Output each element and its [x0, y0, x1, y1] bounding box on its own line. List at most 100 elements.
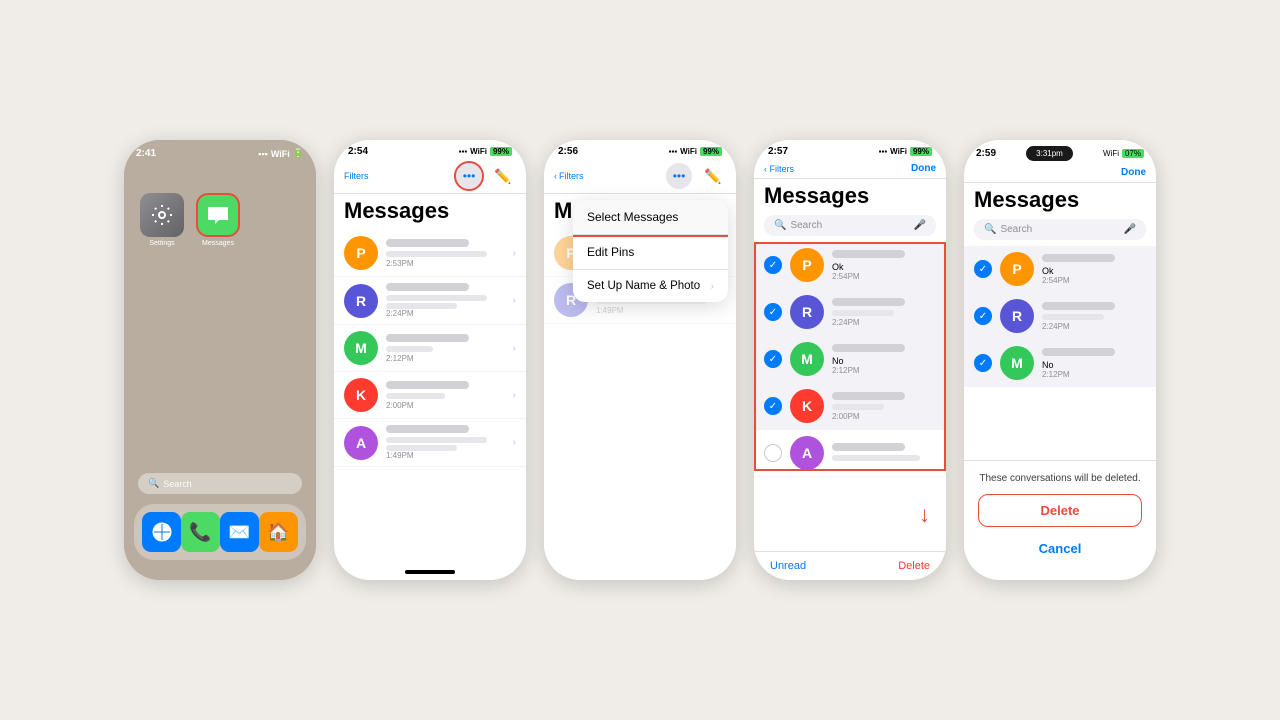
compose-btn-3[interactable]: ✏️: [700, 163, 726, 189]
home-status-bar: 2:41 ▪▪▪ WiFi 🔋: [124, 140, 316, 163]
edit-pins-label: Edit Pins: [587, 245, 634, 259]
conv-4-3[interactable]: ✓ M No 2:12PM: [754, 336, 946, 383]
cp-4-5: [832, 455, 920, 461]
phone-4: 2:57 ▪▪▪ WiFi 99% ‹ Filters Done Message…: [754, 140, 946, 580]
mic-icon-5: 🎤: [1124, 224, 1136, 235]
conv-5-2[interactable]: ✓ R 2:24PM: [964, 293, 1156, 340]
avatar-4-5: A: [790, 436, 824, 470]
edit-pins-item[interactable]: Edit Pins: [573, 235, 728, 270]
conv-4-4[interactable]: ✓ K 2:00PM: [754, 383, 946, 430]
checkbox-4-2[interactable]: ✓: [764, 303, 782, 321]
done-button-5[interactable]: Done: [1121, 167, 1146, 178]
checkbox-4-1[interactable]: ✓: [764, 256, 782, 274]
settings-app-icon-wrapper[interactable]: Settings: [140, 193, 184, 328]
conv-content-3: 2:12PM: [386, 334, 505, 363]
messages-screen-3: 2:56 ▪▪▪ WiFi 99% ‹ Filters ••• ✏️: [544, 140, 736, 580]
compose-button[interactable]: ✏️: [490, 163, 516, 189]
conv-content-5: 1:49PM: [386, 425, 505, 460]
more-options-button[interactable]: •••: [456, 163, 482, 189]
home-search-label: Search: [163, 479, 192, 489]
conv-4-5[interactable]: A: [754, 430, 946, 477]
setup-name-photo-item[interactable]: Set Up Name & Photo ›: [573, 270, 728, 302]
safari-dock-icon[interactable]: [142, 512, 181, 552]
confirm-delete-button[interactable]: Delete: [978, 494, 1142, 527]
ct-4-2: 2:24PM: [832, 318, 936, 327]
conv-name-2: [386, 283, 469, 291]
mail-dock-icon[interactable]: ✉️: [220, 512, 259, 552]
conv-4-1[interactable]: ✓ P Ok 2:54PM: [754, 242, 946, 289]
checkbox-4-3[interactable]: ✓: [764, 350, 782, 368]
more-options-btn-3[interactable]: •••: [666, 163, 692, 189]
avatar-5-2: R: [1000, 299, 1034, 333]
filters-back-4[interactable]: ‹ Filters: [764, 164, 794, 174]
filters-back-3[interactable]: ‹ Filters: [554, 171, 584, 181]
conv-5-1[interactable]: ✓ P Ok 2:54PM: [964, 246, 1156, 293]
search-bar-4[interactable]: 🔍 Search 🎤: [764, 215, 936, 236]
status-bar-5: 2:59 3:31pm WiFi 07%: [964, 140, 1156, 163]
checkbox-5-1[interactable]: ✓: [974, 260, 992, 278]
conversation-list-2: P 2:53PM › R 2:24PM: [334, 230, 526, 580]
checkbox-4-5[interactable]: [764, 444, 782, 462]
arrow-down-icon: ↓: [919, 502, 930, 528]
status-icons-3: ▪▪▪ WiFi 99%: [669, 147, 722, 156]
messages-app-icon-wrapper[interactable]: Messages: [196, 193, 240, 328]
phone-3: 2:56 ▪▪▪ WiFi 99% ‹ Filters ••• ✏️: [544, 140, 736, 580]
chevron-2: ›: [513, 295, 516, 306]
conv-time-5: 1:49PM: [386, 451, 505, 460]
conv-item-2[interactable]: R 2:24PM ›: [334, 277, 526, 325]
messages-title-5: Messages: [964, 183, 1156, 219]
cn-4-5: [832, 443, 905, 451]
signal-2: ▪▪▪: [459, 147, 468, 156]
unread-button[interactable]: Unread: [770, 560, 806, 572]
cn-4-3: [832, 344, 905, 352]
ct-4-4: 2:00PM: [832, 412, 936, 421]
cn-5-3: [1042, 348, 1115, 356]
safari-icon: [151, 521, 173, 543]
phone-dock-icon[interactable]: 📞: [181, 512, 220, 552]
messages-bubble-icon: [206, 205, 230, 225]
status-icons-2: ▪▪▪ WiFi 99%: [459, 147, 512, 156]
nav-actions-2: ••• ✏️: [456, 163, 516, 189]
conv-5-3[interactable]: ✓ M No 2:12PM: [964, 340, 1156, 387]
conv-time-2: 2:24PM: [386, 309, 505, 318]
nav-actions-3: ••• ✏️: [666, 163, 726, 189]
delete-confirmation-dialog: These conversations will be deleted. Del…: [964, 460, 1156, 580]
signal-icon: ▪▪▪: [258, 149, 268, 159]
bottom-action-bar-4: Unread Delete: [754, 551, 946, 580]
conv-4-2[interactable]: ✓ R 2:24PM: [754, 289, 946, 336]
ct-5-3: 2:12PM: [1042, 370, 1146, 379]
checkbox-4-4[interactable]: ✓: [764, 397, 782, 415]
conv-preview-1: [386, 251, 487, 257]
ellipsis-icon: •••: [463, 169, 476, 183]
search-icon-4: 🔍: [774, 220, 786, 231]
conv-item-1[interactable]: P 2:53PM ›: [334, 230, 526, 277]
select-messages-label: Select Messages: [587, 210, 678, 224]
avatar-4-4: K: [790, 389, 824, 423]
done-button-4[interactable]: Done: [911, 163, 936, 174]
filters-back-2[interactable]: Filters: [344, 171, 369, 181]
conv-content-4-3: No 2:12PM: [832, 344, 936, 375]
conv-item-5[interactable]: A 1:49PM ›: [334, 419, 526, 467]
checkbox-5-3[interactable]: ✓: [974, 354, 992, 372]
screenshots-container: 2:41 ▪▪▪ WiFi 🔋 Settings: [104, 120, 1176, 600]
conv-item-3[interactable]: M 2:12PM ›: [334, 325, 526, 372]
delete-button-4[interactable]: Delete: [898, 560, 930, 572]
home-icons-grid: Settings Messages: [124, 163, 316, 338]
avatar-4: K: [344, 378, 378, 412]
conv-content-4-1: Ok 2:54PM: [832, 250, 936, 281]
messages-app-icon[interactable]: [196, 193, 240, 237]
dynamic-island: 3:31pm: [1026, 146, 1073, 161]
cancel-button[interactable]: Cancel: [978, 533, 1142, 564]
conv-item-4[interactable]: K 2:00PM ›: [334, 372, 526, 419]
home-dock-icon[interactable]: 🏠: [259, 512, 298, 552]
dropdown-menu: Select Messages Edit Pins Set Up Name & …: [573, 200, 728, 302]
messages-title-2: Messages: [334, 194, 526, 230]
checkbox-5-2[interactable]: ✓: [974, 307, 992, 325]
settings-app-icon[interactable]: [140, 193, 184, 237]
search-bar-5[interactable]: 🔍 Search 🎤: [974, 219, 1146, 240]
home-search-bar[interactable]: 🔍 Search: [138, 473, 302, 494]
select-messages-item[interactable]: Select Messages: [573, 200, 728, 235]
ct-5-1: 2:54PM: [1042, 276, 1146, 285]
compose-icon: ✏️: [494, 168, 511, 185]
conv-content-4-5: [832, 443, 936, 463]
